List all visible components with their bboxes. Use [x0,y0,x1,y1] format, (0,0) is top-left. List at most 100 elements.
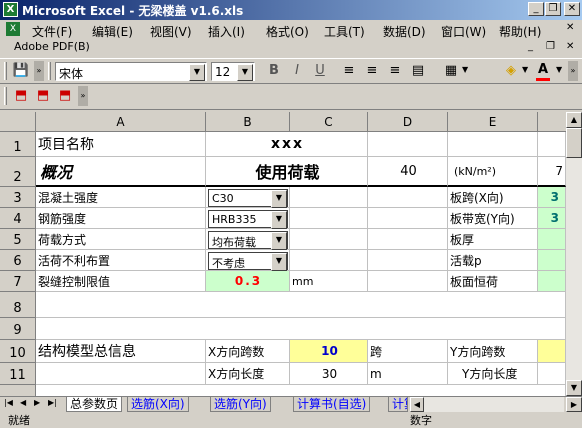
menu-file[interactable]: 文件(F) [32,23,72,40]
tab-summary[interactable]: 总参数页 [66,397,123,412]
rebar-grade-select[interactable]: HRB335 ▼ [208,210,288,229]
cell-e2[interactable]: (kN/m²) [448,157,538,187]
column-header-f[interactable] [538,112,566,132]
tab-calc-book[interactable]: 计算书(自选) [293,397,371,412]
scroll-down-icon[interactable]: ▼ [566,380,582,396]
toolbar-options-icon-3[interactable]: » [78,86,88,106]
cell-d11[interactable]: m [368,363,448,385]
cell-f1[interactable] [538,132,566,157]
chevron-down-icon[interactable]: ▼ [271,211,287,229]
crack-limit-value[interactable]: 0.3 [206,271,290,292]
cell-d6[interactable] [368,250,448,271]
hscroll-right-icon[interactable]: ▶ [566,397,582,412]
menu-tools[interactable]: 工具(T) [324,23,365,40]
cell-f2[interactable]: 7 [538,157,566,187]
align-left-icon[interactable]: ≡ [338,61,360,81]
cell-d5[interactable] [368,229,448,250]
first-sheet-icon[interactable]: |◀ [4,398,13,407]
cell-f10[interactable] [538,340,566,363]
toolbar-options-icon[interactable]: » [34,61,44,81]
cell-c3[interactable] [290,187,368,208]
borders-icon[interactable]: ▦ [440,61,462,81]
doc-minimize-icon[interactable]: _ [528,41,533,52]
font-size-select[interactable]: 12 ▼ [211,62,255,81]
concrete-grade-select[interactable]: C30 ▼ [208,189,288,208]
cell-f11[interactable] [538,363,566,385]
tab-calc-partial[interactable]: 计算 [388,397,408,412]
menu-window[interactable]: 窗口(W) [441,23,486,40]
scroll-thumb[interactable] [566,128,582,158]
row-header-2[interactable]: 2 [0,157,36,187]
row-9-cells[interactable] [36,318,566,340]
cell-b10[interactable]: X方向跨数 [206,340,290,363]
row-header-10[interactable]: 10 [0,340,36,363]
column-header-e[interactable]: E [448,112,538,132]
cell-a11[interactable] [36,363,206,385]
minimize-button[interactable]: _ [528,2,544,16]
font-color-icon[interactable]: A [532,60,554,80]
doc-close-icon[interactable]: ✕ [566,22,574,33]
cell-e4[interactable]: 板带宽(Y向) [448,208,538,229]
align-center-icon[interactable]: ≡ [361,61,383,81]
cell-d4[interactable] [368,208,448,229]
row-header-1[interactable]: 1 [0,132,36,157]
toolbar-grip-2[interactable] [48,62,51,80]
cell-d10[interactable]: 跨 [368,340,448,363]
cell-b11[interactable]: X方向长度 [206,363,290,385]
row-header-4[interactable]: 4 [0,208,36,229]
cell-c5[interactable] [290,229,368,250]
chevron-down-icon[interactable]: ▼ [271,190,287,208]
tab-rebar-x[interactable]: 选筋(X向) [127,397,189,412]
fill-color-icon[interactable]: ◈ [500,61,522,81]
menu-adobe-pdf[interactable]: Adobe PDF(B) [14,40,90,53]
toolbar-grip[interactable] [4,62,7,80]
cell-e5[interactable]: 板厚 [448,229,538,250]
column-header-b[interactable]: B [206,112,290,132]
column-header-a[interactable]: A [36,112,206,132]
scroll-up-icon[interactable]: ▲ [566,112,582,128]
cell-a10[interactable]: 结构模型总信息 [36,340,206,363]
cell-d3[interactable] [368,187,448,208]
underline-button[interactable]: U [309,61,331,81]
chevron-down-icon[interactable]: ▼ [237,64,253,81]
cell-b2[interactable]: 使用荷载 [206,157,368,187]
next-sheet-icon[interactable]: ▶ [34,398,40,407]
save-icon[interactable]: 💾 [10,61,32,81]
row-header-7[interactable]: 7 [0,271,36,292]
cell-c4[interactable] [290,208,368,229]
pdf-convert-icon[interactable]: ⬒ [10,86,32,106]
menu-edit[interactable]: 编辑(E) [92,23,133,40]
column-header-d[interactable]: D [368,112,448,132]
cell-b1[interactable]: xxx [206,132,368,157]
cell-f7[interactable] [538,271,566,292]
fill-color-dropdown-icon[interactable]: ▼ [522,65,528,74]
cell-e1[interactable] [448,132,538,157]
menu-view[interactable]: 视图(V) [150,23,192,40]
font-color-dropdown-icon[interactable]: ▼ [556,65,562,74]
column-header-c[interactable]: C [290,112,368,132]
toolbar-grip-3[interactable] [4,87,7,105]
row-header-6[interactable]: 6 [0,250,36,271]
chevron-down-icon[interactable]: ▼ [189,64,205,81]
bold-button[interactable]: B [263,61,285,81]
row-header-8[interactable]: 8 [0,292,36,318]
cell-a6[interactable]: 活荷不利布置 [36,250,206,271]
x-span-count-value[interactable]: 10 [290,340,368,363]
merge-center-icon[interactable]: ▤ [407,61,429,81]
workbook-icon[interactable]: X [6,22,20,36]
hscroll-left-icon[interactable]: ◀ [410,397,424,412]
horizontal-scrollbar[interactable] [424,397,564,412]
cell-e3[interactable]: 板跨(X向) [448,187,538,208]
pdf-email-icon[interactable]: ⬒ [32,86,54,106]
row-header-5[interactable]: 5 [0,229,36,250]
align-right-icon[interactable]: ≡ [384,61,406,81]
cell-f5[interactable] [538,229,566,250]
italic-button[interactable]: I [286,61,308,81]
cell-e6[interactable]: 活载p [448,250,538,271]
last-sheet-icon[interactable]: ▶| [48,398,57,407]
tab-rebar-y[interactable]: 选筋(Y向) [210,397,271,412]
restore-button[interactable]: ❐ [545,2,561,16]
cell-d1[interactable] [368,132,448,157]
cell-d2[interactable]: 40 [368,157,448,187]
live-load-pattern-select[interactable]: 不考虑 ▼ [208,252,288,271]
